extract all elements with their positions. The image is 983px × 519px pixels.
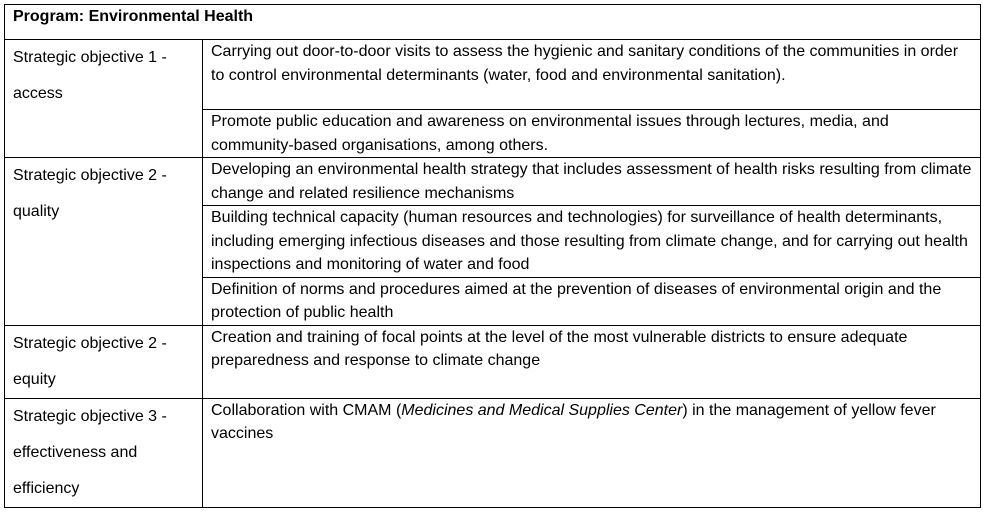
objective-label: Strategic objective 1 - access bbox=[4, 39, 203, 158]
action-cell: Collaboration with CMAM (Medicines and M… bbox=[201, 397, 982, 508]
objective-label-line: Strategic objective 2 - bbox=[13, 167, 167, 184]
action-text-italic: Medicines and Medical Supplies Center bbox=[401, 401, 683, 419]
table-row: Strategic objective 3 - effectiveness an… bbox=[4, 397, 982, 508]
program-title: Program: Environmental Health bbox=[3, 4, 982, 40]
objective-label-line: Strategic objective 3 - bbox=[13, 407, 167, 425]
objective-label-line: effectiveness and bbox=[13, 443, 138, 461]
document-page: Program: Environmental Health Strategic … bbox=[0, 0, 983, 519]
table-row: Strategic objective 2 - quality Developi… bbox=[4, 157, 982, 326]
objective-label-line: Strategic objective 1 - bbox=[13, 49, 167, 66]
objective-label: Strategic objective 3 - effectiveness an… bbox=[4, 397, 203, 508]
action-cell: Building technical capacity (human resou… bbox=[201, 205, 982, 278]
program-table: Program: Environmental Health Strategic … bbox=[3, 4, 982, 508]
action-cell: Definition of norms and procedures aimed… bbox=[201, 276, 982, 326]
objective-label: Strategic objective 2 - quality bbox=[4, 157, 203, 326]
table-row: Strategic objective 2 - equity Creation … bbox=[4, 324, 982, 399]
action-cell: Creation and training of focal points at… bbox=[201, 324, 982, 399]
table-title-row: Program: Environmental Health bbox=[3, 4, 982, 40]
objective-label: Strategic objective 2 - equity bbox=[4, 324, 203, 399]
table-row: Strategic objective 1 - access Carrying … bbox=[4, 39, 982, 158]
action-cell: Carrying out door-to-door visits to asse… bbox=[201, 39, 982, 110]
objective-label-line: equity bbox=[13, 370, 56, 388]
objective-label-line: Strategic objective 2 - bbox=[13, 334, 167, 352]
objective-label-line: efficiency bbox=[13, 479, 80, 497]
objective-label-line: quality bbox=[13, 203, 60, 220]
action-cell: Developing an environmental health strat… bbox=[201, 157, 982, 206]
objective-label-line: access bbox=[13, 85, 63, 102]
action-cell: Promote public education and awareness o… bbox=[201, 109, 982, 158]
action-text-before: Collaboration with CMAM ( bbox=[211, 401, 402, 419]
